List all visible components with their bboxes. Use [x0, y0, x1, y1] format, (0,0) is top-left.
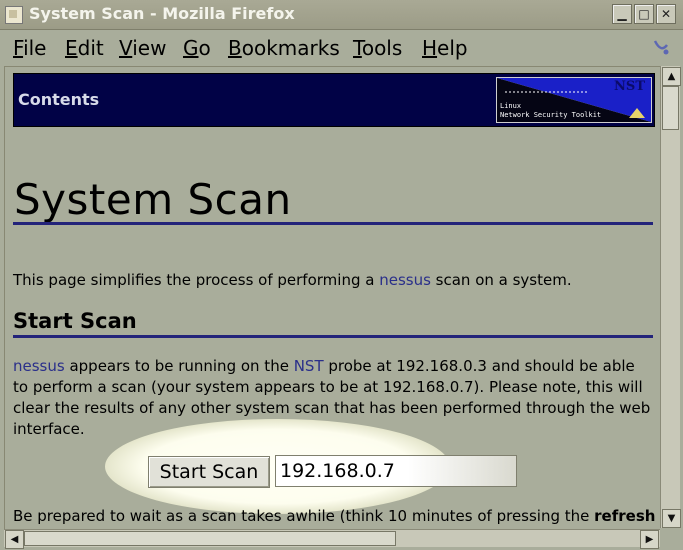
scroll-up-icon[interactable]: ▲ [662, 67, 681, 86]
menu-bar: File Edit View Go Bookmarks Tools Help [0, 30, 683, 64]
nessus-link-2[interactable]: nessus [13, 357, 65, 375]
title-divider [13, 222, 653, 225]
nst-link[interactable]: NST [294, 357, 324, 375]
throbber-icon[interactable] [651, 37, 671, 57]
maximize-icon: □ [638, 7, 650, 21]
close-icon: ✕ [660, 7, 672, 21]
menu-file[interactable]: File [13, 36, 46, 60]
menu-bookmarks[interactable]: Bookmarks [228, 36, 340, 60]
contents-link[interactable]: Contents [18, 90, 99, 109]
minimize-icon: ▁ [617, 7, 627, 21]
menu-go[interactable]: Go [183, 36, 211, 60]
menu-edit[interactable]: Edit [65, 36, 104, 60]
horizontal-scrollbar[interactable]: ◀ ▶ [4, 529, 660, 549]
section-divider [13, 335, 653, 338]
contents-banner: Contents NST Linux Network Security Tool… [13, 73, 655, 127]
nst-logo[interactable]: NST Linux Network Security Toolkit [496, 77, 652, 123]
minimize-button[interactable]: ▁ [612, 4, 632, 24]
section-title: Start Scan [13, 309, 137, 333]
window-title: System Scan - Mozilla Firefox [29, 4, 295, 23]
window-titlebar[interactable]: System Scan - Mozilla Firefox ▁ □ ✕ [0, 0, 683, 30]
vertical-scrollbar[interactable]: ▲ ▼ [660, 66, 681, 528]
footer-paragraph: Be prepared to wait as a scan takes awhi… [13, 507, 656, 525]
page-title: System Scan [14, 175, 292, 224]
close-button[interactable]: ✕ [656, 4, 676, 24]
menu-view[interactable]: View [119, 36, 166, 60]
scroll-left-icon[interactable]: ◀ [5, 530, 24, 549]
page-viewport[interactable]: Contents NST Linux Network Security Tool… [4, 66, 660, 529]
intro-paragraph: This page simplifies the process of perf… [13, 271, 572, 289]
nessus-link[interactable]: nessus [379, 271, 431, 289]
vertical-scroll-thumb[interactable] [662, 86, 679, 130]
target-ip-input[interactable]: 192.168.0.7 [275, 455, 517, 487]
start-scan-button[interactable]: Start Scan [148, 456, 270, 488]
horizontal-scroll-thumb[interactable] [24, 531, 396, 546]
menu-tools[interactable]: Tools [353, 36, 402, 60]
app-icon [5, 6, 23, 24]
scroll-down-icon[interactable]: ▼ [662, 509, 681, 528]
nst-logo-line2: Network Security Toolkit [500, 111, 602, 119]
maximize-button[interactable]: □ [634, 4, 654, 24]
scroll-right-icon[interactable]: ▶ [640, 530, 659, 549]
menu-help[interactable]: Help [422, 36, 468, 60]
scrollbar-corner [660, 529, 680, 547]
nst-logo-line1: Linux [500, 102, 522, 110]
nst-logo-brand: NST [614, 79, 645, 94]
